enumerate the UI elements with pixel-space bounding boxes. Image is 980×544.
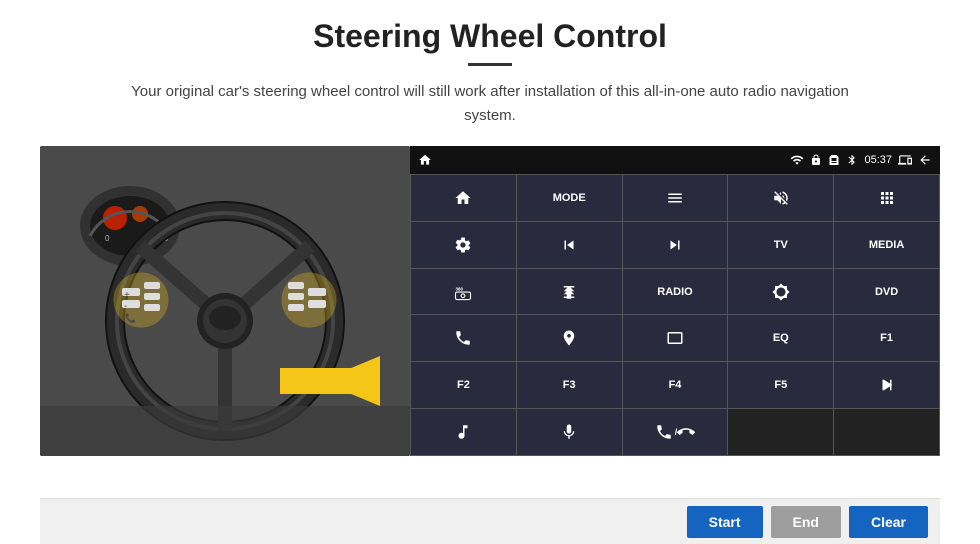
sim-icon (828, 154, 840, 166)
clear-button[interactable]: Clear (849, 506, 928, 538)
steering-wheel-image: 0 200 (40, 146, 410, 456)
btn-empty1 (728, 409, 833, 455)
btn-dvd[interactable]: DVD (834, 269, 939, 315)
svg-text:📞: 📞 (125, 312, 137, 323)
page-container: Steering Wheel Control Your original car… (0, 0, 980, 544)
btn-eq[interactable]: EQ (728, 315, 833, 361)
btn-music[interactable] (411, 409, 516, 455)
btn-eject[interactable] (517, 269, 622, 315)
bottom-action-bar: Start End Clear (40, 498, 940, 544)
wifi-icon (790, 153, 804, 167)
btn-nav[interactable] (517, 315, 622, 361)
screen-mirror-icon (898, 153, 912, 167)
svg-text:360: 360 (456, 286, 464, 291)
btn-f1[interactable]: F1 (834, 315, 939, 361)
page-subtitle: Your original car's steering wheel contr… (110, 80, 870, 128)
status-bar-right: 05:37 (790, 153, 932, 167)
btn-call-end[interactable]: / (623, 409, 728, 455)
btn-phone[interactable] (411, 315, 516, 361)
btn-f2[interactable]: F2 (411, 362, 516, 408)
btn-prev[interactable] (517, 222, 622, 268)
btn-settings[interactable] (411, 222, 516, 268)
svg-text:0: 0 (105, 234, 110, 243)
btn-tv[interactable]: TV (728, 222, 833, 268)
btn-playpause[interactable] (834, 362, 939, 408)
btn-mic[interactable] (517, 409, 622, 455)
button-grid: MODE (410, 174, 940, 456)
home-status-icon (418, 153, 432, 167)
status-bar-left (418, 153, 432, 167)
clock: 05:37 (864, 154, 892, 166)
start-button[interactable]: Start (687, 506, 763, 538)
btn-media[interactable]: MEDIA (834, 222, 939, 268)
btn-360cam[interactable]: 360 (411, 269, 516, 315)
end-button[interactable]: End (771, 506, 841, 538)
content-row: 0 200 (40, 146, 940, 498)
svg-text:+: + (124, 290, 130, 301)
svg-text:-: - (124, 301, 127, 312)
bluetooth-icon (846, 154, 858, 166)
btn-empty2 (834, 409, 939, 455)
btn-mode[interactable]: MODE (517, 175, 622, 221)
btn-f5[interactable]: F5 (728, 362, 833, 408)
lock-icon (810, 154, 822, 166)
btn-list[interactable] (623, 175, 728, 221)
btn-screen-ratio[interactable] (623, 315, 728, 361)
back-icon (918, 153, 932, 167)
android-panel: 05:37 MODE (410, 146, 940, 456)
btn-f3[interactable]: F3 (517, 362, 622, 408)
btn-f4[interactable]: F4 (623, 362, 728, 408)
page-title: Steering Wheel Control (313, 18, 667, 55)
status-bar: 05:37 (410, 146, 940, 174)
title-underline (468, 63, 512, 66)
btn-brightness[interactable] (728, 269, 833, 315)
btn-next[interactable] (623, 222, 728, 268)
btn-home[interactable] (411, 175, 516, 221)
btn-apps[interactable] (834, 175, 939, 221)
btn-radio[interactable]: RADIO (623, 269, 728, 315)
btn-mute[interactable] (728, 175, 833, 221)
